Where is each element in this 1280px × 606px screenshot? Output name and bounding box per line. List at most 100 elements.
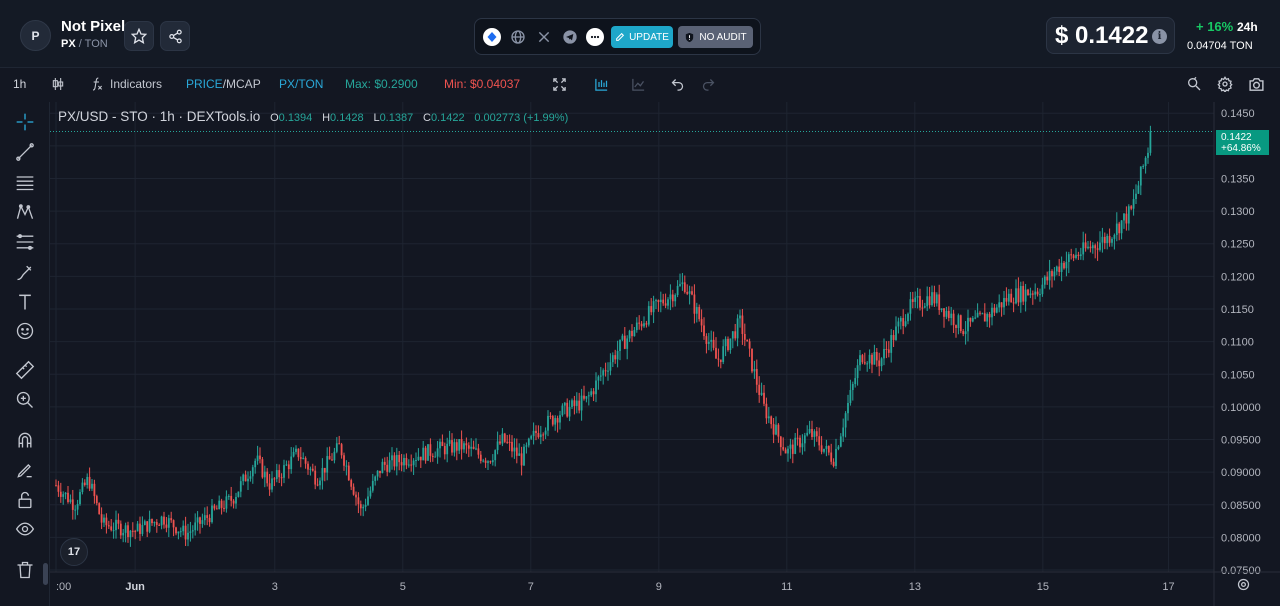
pattern-icon[interactable] bbox=[14, 201, 36, 223]
candle-body bbox=[470, 446, 473, 449]
candle-body bbox=[695, 307, 698, 314]
x-tick-label: 11 bbox=[781, 581, 792, 593]
y-tick-label: 0.09500 bbox=[1221, 435, 1261, 447]
chart-legend: PX/USD - STO · 1h · DEXTools.io O0.1394 … bbox=[58, 109, 568, 124]
candle-body bbox=[959, 315, 962, 332]
candle-body bbox=[635, 322, 638, 331]
candle-body bbox=[259, 455, 261, 460]
candle-body bbox=[530, 436, 533, 439]
token-symbol: PX bbox=[61, 38, 76, 50]
horizontal-lines-icon[interactable] bbox=[14, 171, 36, 193]
crosshair-icon[interactable] bbox=[14, 111, 36, 133]
candle-body bbox=[1120, 220, 1123, 234]
candle-body bbox=[283, 465, 285, 478]
undo-icon[interactable] bbox=[668, 75, 686, 93]
axis-settings-icon[interactable] bbox=[1236, 577, 1251, 597]
candle-body bbox=[1024, 289, 1027, 302]
line-chart-icon[interactable] bbox=[629, 75, 647, 93]
candle-body bbox=[772, 424, 775, 435]
toolbar-scroll-handle[interactable] bbox=[43, 563, 48, 585]
candle-body bbox=[561, 405, 564, 416]
trend-line-icon[interactable] bbox=[14, 141, 36, 163]
candle-body bbox=[1041, 284, 1044, 295]
candle-body bbox=[1055, 266, 1058, 272]
trash-icon[interactable] bbox=[14, 559, 36, 581]
candle-body bbox=[873, 351, 876, 365]
candle-body bbox=[112, 530, 115, 532]
draw-mode-icon[interactable] bbox=[14, 459, 36, 481]
interval-selector[interactable]: 1h bbox=[13, 77, 26, 91]
share-button[interactable] bbox=[160, 21, 190, 51]
ton-chain-icon[interactable] bbox=[483, 28, 501, 46]
ruler-icon[interactable] bbox=[14, 359, 36, 381]
text-tool-icon[interactable] bbox=[14, 291, 36, 313]
emoji-icon[interactable] bbox=[14, 320, 36, 342]
no-audit-button[interactable]: NO AUDIT bbox=[678, 26, 753, 48]
pair-toggle[interactable]: PX/TON bbox=[279, 77, 323, 91]
candle-body bbox=[628, 330, 631, 339]
candle-body bbox=[813, 431, 816, 438]
candle-body bbox=[472, 446, 475, 449]
candle-body bbox=[136, 523, 139, 532]
candle-body bbox=[55, 485, 57, 487]
candle-body bbox=[899, 318, 902, 322]
candle-body bbox=[763, 392, 765, 404]
redo-icon[interactable] bbox=[699, 75, 717, 93]
candle-body bbox=[227, 495, 230, 497]
brush-icon[interactable] bbox=[14, 261, 36, 283]
candle-body bbox=[513, 447, 516, 452]
website-icon[interactable] bbox=[509, 28, 527, 46]
candle-body bbox=[275, 470, 278, 479]
legend-title: PX/USD - STO · 1h · DEXTools.io bbox=[58, 109, 261, 124]
candle-body bbox=[895, 326, 897, 340]
settings-icon[interactable] bbox=[1216, 75, 1234, 93]
x-twitter-icon[interactable] bbox=[535, 28, 553, 46]
bar-chart-icon[interactable] bbox=[592, 75, 610, 93]
more-icon[interactable] bbox=[586, 28, 604, 46]
candle-body bbox=[815, 431, 818, 437]
indicators-button[interactable]: Indicators bbox=[110, 77, 162, 91]
magnet-icon[interactable] bbox=[14, 429, 36, 451]
y-tick-label: 0.09000 bbox=[1221, 467, 1261, 479]
info-icon[interactable]: i bbox=[1152, 29, 1167, 44]
camera-icon[interactable] bbox=[1247, 75, 1265, 93]
indicators-icon[interactable] bbox=[88, 75, 106, 93]
candle-body bbox=[122, 532, 125, 536]
eye-icon[interactable] bbox=[14, 518, 36, 540]
candle-body bbox=[453, 442, 456, 453]
x-tick-label: 17 bbox=[1162, 581, 1174, 593]
update-button[interactable]: UPDATE bbox=[611, 26, 673, 48]
candle-body bbox=[172, 520, 175, 528]
candle-body bbox=[326, 456, 329, 473]
telegram-icon[interactable] bbox=[561, 28, 579, 46]
candle-body bbox=[515, 447, 518, 456]
candle-body bbox=[1022, 286, 1025, 302]
fullscreen-icon[interactable] bbox=[550, 75, 568, 93]
price-chart[interactable]: 0.14500.14000.13500.13000.12500.12000.11… bbox=[0, 102, 1280, 606]
chart-area[interactable]: 0.14500.14000.13500.13000.12500.12000.11… bbox=[0, 102, 1280, 606]
fib-tool-icon[interactable] bbox=[14, 231, 36, 253]
candle-body bbox=[1019, 286, 1022, 303]
zoom-in-icon[interactable] bbox=[14, 389, 36, 411]
candle-body bbox=[746, 339, 749, 342]
favorite-button[interactable] bbox=[124, 21, 154, 51]
candle-body bbox=[208, 517, 211, 523]
candle-body bbox=[638, 322, 641, 324]
candle-body bbox=[731, 331, 734, 339]
candle-body bbox=[143, 521, 146, 526]
min-price: Min: $0.04037 bbox=[444, 77, 521, 91]
candle-body bbox=[79, 492, 81, 505]
candle-type-icon[interactable] bbox=[49, 75, 67, 93]
lock-icon[interactable] bbox=[14, 489, 36, 511]
magnifier-icon[interactable] bbox=[1185, 75, 1203, 93]
candle-body bbox=[974, 317, 977, 319]
price-mcap-toggle[interactable]: PRICE/MCAP bbox=[186, 77, 261, 91]
candle-body bbox=[1063, 262, 1065, 269]
candle-body bbox=[597, 376, 600, 381]
candle-body bbox=[1084, 242, 1087, 249]
candle-body bbox=[508, 441, 511, 443]
y-tick-label: 0.1350 bbox=[1221, 173, 1255, 185]
candle-body bbox=[962, 331, 965, 335]
tradingview-logo[interactable]: 17 bbox=[60, 538, 88, 566]
candle-body bbox=[419, 456, 422, 461]
